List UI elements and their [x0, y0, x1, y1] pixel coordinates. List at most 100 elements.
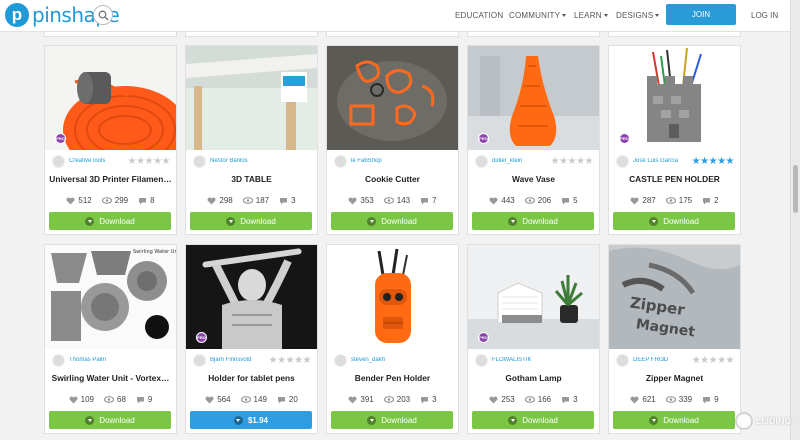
- avatar[interactable]: [193, 155, 206, 168]
- scrollbar-thumb[interactable]: [793, 165, 798, 213]
- design-thumbnail[interactable]: [327, 46, 458, 150]
- likes-stat[interactable]: 512: [66, 196, 92, 205]
- author-link[interactable]: José Luis García: [633, 158, 678, 164]
- avatar[interactable]: [475, 354, 488, 367]
- comments-count: 9: [714, 395, 719, 404]
- download-button[interactable]: Download: [613, 212, 735, 230]
- design-thumbnail[interactable]: [186, 46, 317, 150]
- download-button[interactable]: Download: [49, 411, 171, 429]
- download-button[interactable]: Download: [49, 212, 171, 230]
- comments-stat[interactable]: 3: [420, 395, 437, 404]
- comments-stat[interactable]: 7: [420, 196, 437, 205]
- author-link[interactable]: Nestor Banlos: [210, 158, 248, 164]
- comment-icon: [139, 197, 147, 204]
- author-link[interactable]: DEEP FRI3D: [633, 357, 668, 363]
- buy-button[interactable]: $1.94: [190, 411, 312, 429]
- avatar[interactable]: [616, 155, 629, 168]
- comments-count: 3: [432, 395, 437, 404]
- join-button[interactable]: JOIN: [666, 4, 736, 25]
- design-title[interactable]: Holder for tablet pens: [190, 373, 313, 383]
- design-title[interactable]: Zipper Magnet: [613, 373, 736, 383]
- design-thumbnail[interactable]: Swirling Water Unit: [45, 245, 176, 349]
- nav-designs[interactable]: DESIGNS: [616, 11, 660, 20]
- comments-stat[interactable]: 3: [279, 196, 296, 205]
- design-stats: 298 187 3: [186, 196, 317, 205]
- likes-stat[interactable]: 287: [630, 196, 656, 205]
- likes-count: 512: [78, 196, 92, 205]
- design-card[interactable]: PRO didier_klein ★★★★★ Wave Vase 443 206 5 Down…: [467, 45, 600, 235]
- nav-learn[interactable]: LEARN: [574, 11, 608, 20]
- design-card[interactable]: steven_dakh Bender Pen Holder 391 203 3 Downl…: [326, 244, 459, 434]
- design-title[interactable]: 3D TABLE: [190, 174, 313, 184]
- likes-stat[interactable]: 109: [69, 395, 94, 404]
- comments-stat[interactable]: 9: [136, 395, 152, 404]
- avatar[interactable]: [52, 354, 65, 367]
- design-stats: 512 299 8: [45, 196, 176, 205]
- watermark: LI3DING: [735, 412, 792, 430]
- comments-stat[interactable]: 2: [702, 196, 719, 205]
- likes-stat[interactable]: 353: [348, 196, 374, 205]
- likes-stat[interactable]: 298: [207, 196, 233, 205]
- likes-stat[interactable]: 621: [630, 395, 656, 404]
- design-title[interactable]: Bender Pen Holder: [331, 373, 454, 383]
- author-link[interactable]: Thomas Palm: [69, 357, 106, 363]
- design-card[interactable]: PRO CreativeTools ★★★★★ Universal 3D Printe…: [44, 45, 177, 235]
- comments-stat[interactable]: 9: [702, 395, 719, 404]
- comments-stat[interactable]: 3: [561, 395, 578, 404]
- likes-stat[interactable]: 253: [489, 395, 515, 404]
- comments-count: 2: [714, 196, 719, 205]
- design-title[interactable]: Gotham Lamp: [472, 373, 595, 383]
- avatar[interactable]: [193, 354, 206, 367]
- author-link[interactable]: CreativeTools: [69, 158, 105, 164]
- design-card[interactable]: PRO FLOWALISTIK Gotham Lamp 253 166 3 Download: [467, 244, 600, 434]
- download-button[interactable]: Download: [331, 212, 453, 230]
- avatar[interactable]: [52, 155, 65, 168]
- design-card[interactable]: le FabShop Cookie Cutter 353 143 7 Download: [326, 45, 459, 235]
- download-button[interactable]: Download: [613, 411, 735, 429]
- design-title[interactable]: Universal 3D Printer Filamen…: [49, 174, 172, 184]
- design-card[interactable]: PRO Bjarn Finnsvold ★★★★★ Holder for tablet…: [185, 244, 318, 434]
- comment-icon: [277, 396, 285, 403]
- download-button[interactable]: Download: [331, 411, 453, 429]
- design-thumbnail[interactable]: Zipper Magnet: [609, 245, 740, 349]
- like-icon: [66, 197, 75, 204]
- downloads-stat: 143: [383, 196, 410, 205]
- likes-stat[interactable]: 564: [205, 395, 231, 404]
- design-card[interactable]: Nestor Banlos 3D TABLE 298 187 3 Download: [185, 45, 318, 235]
- nav-community[interactable]: COMMUNITY: [509, 11, 567, 20]
- author-link[interactable]: le FabShop: [351, 158, 382, 164]
- avatar[interactable]: [334, 155, 347, 168]
- author-link[interactable]: FLOWALISTIK: [492, 357, 531, 363]
- avatar[interactable]: [475, 155, 488, 168]
- like-icon: [489, 396, 498, 403]
- design-title[interactable]: Cookie Cutter: [331, 174, 454, 184]
- download-button[interactable]: Download: [190, 212, 312, 230]
- author-link[interactable]: didier_klein: [492, 158, 522, 164]
- comments-stat[interactable]: 5: [561, 196, 578, 205]
- design-thumbnail[interactable]: [327, 245, 458, 349]
- avatar[interactable]: [616, 354, 629, 367]
- author-link[interactable]: steven_dakh: [351, 357, 385, 363]
- avatar[interactable]: [334, 354, 347, 367]
- author-link[interactable]: Bjarn Finnsvold: [210, 357, 251, 363]
- download-button[interactable]: Download: [472, 212, 594, 230]
- nav-education[interactable]: EDUCATION: [455, 11, 503, 20]
- download-count-icon: [524, 197, 535, 204]
- design-title[interactable]: Swirling Water Unit - Vortex…: [49, 373, 172, 383]
- design-card[interactable]: Zipper Magnet DEEP FRI3D ★★★★★ Zipper Magnet…: [608, 244, 741, 434]
- rating-stars: ★★★★★: [268, 355, 312, 366]
- likes-stat[interactable]: 391: [348, 395, 374, 404]
- design-title[interactable]: CASTLE PEN HOLDER: [613, 174, 736, 184]
- search-button[interactable]: [93, 5, 113, 25]
- comment-icon: [703, 396, 711, 403]
- design-title[interactable]: Wave Vase: [472, 174, 595, 184]
- design-card[interactable]: PRO José Luis García ★★★★★ CASTLE PEN HOLDE…: [608, 45, 741, 235]
- login-link[interactable]: LOG IN: [751, 11, 778, 20]
- likes-stat[interactable]: 443: [489, 196, 515, 205]
- design-card[interactable]: Swirling Water Unit Thomas Palm Swirling W…: [44, 244, 177, 434]
- vertical-scrollbar[interactable]: [790, 0, 800, 440]
- download-button[interactable]: Download: [472, 411, 594, 429]
- like-icon: [348, 197, 357, 204]
- comments-stat[interactable]: 20: [277, 395, 298, 404]
- comments-stat[interactable]: 8: [138, 196, 155, 205]
